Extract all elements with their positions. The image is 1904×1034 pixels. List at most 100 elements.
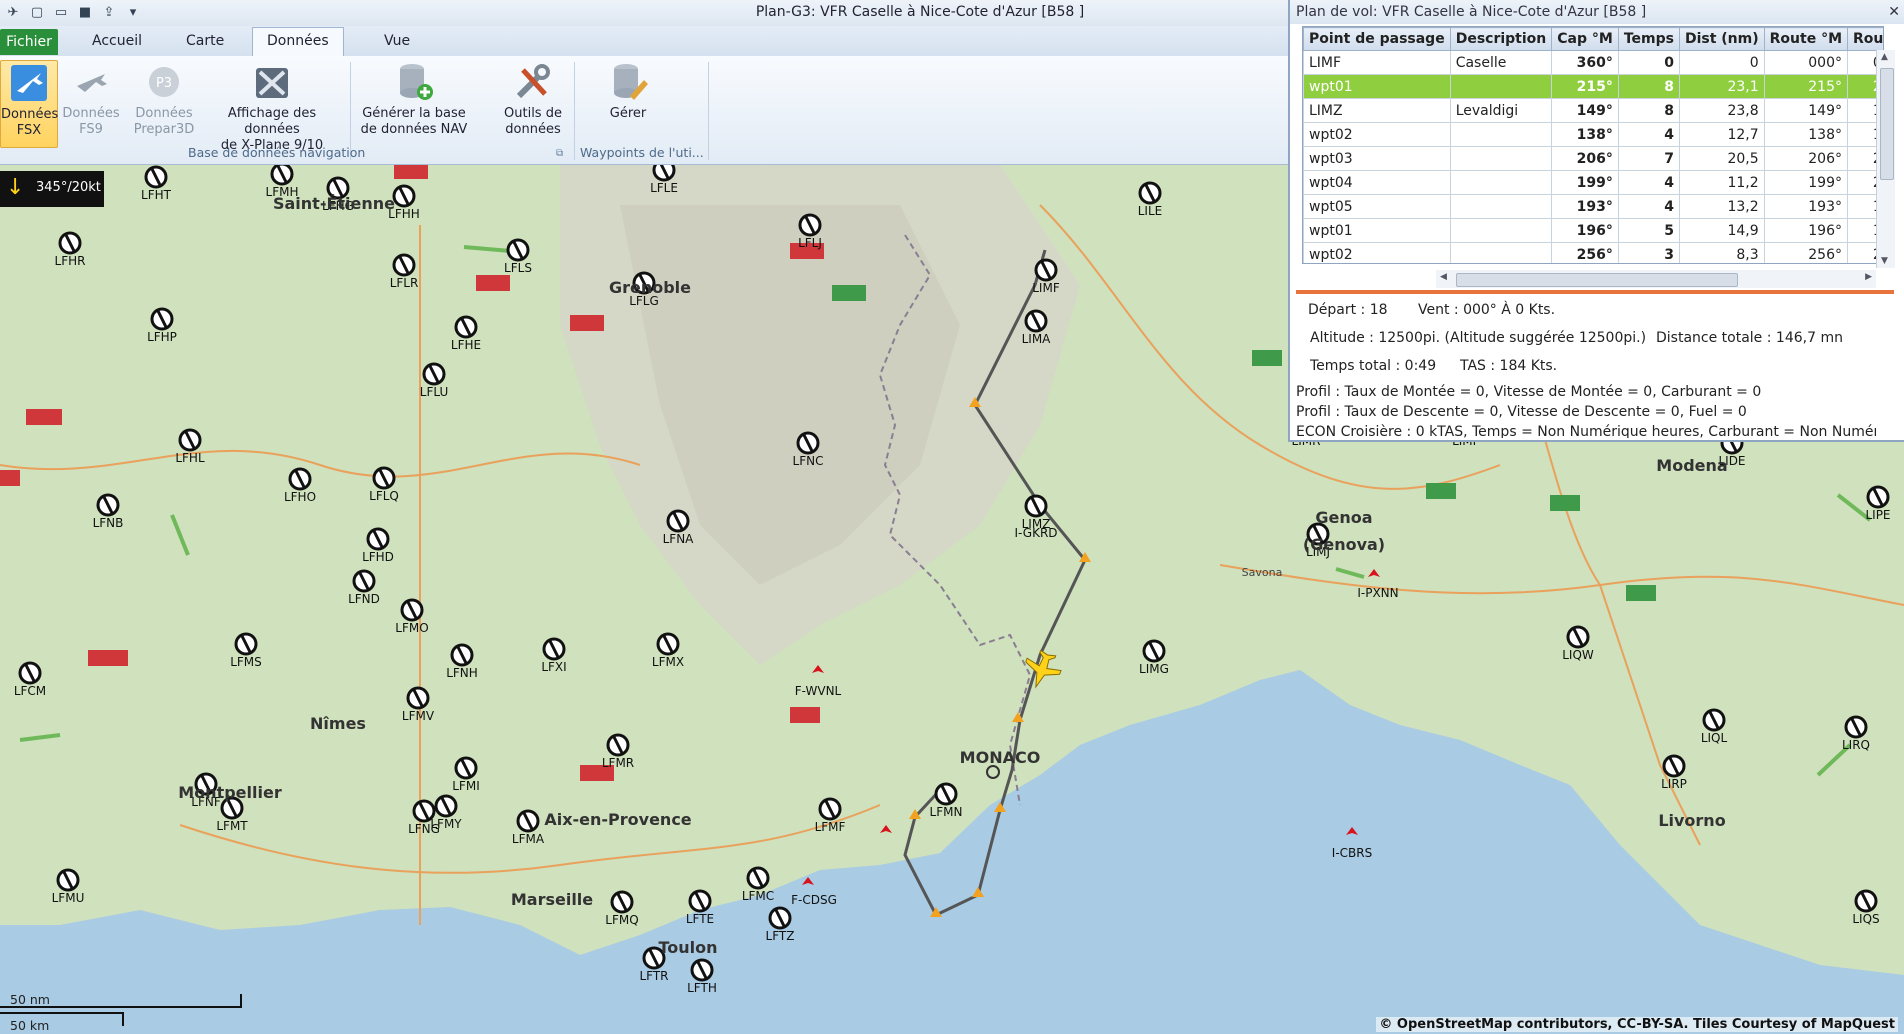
airport-label[interactable]: LFND [348, 592, 380, 606]
airport-label[interactable]: LFXI [541, 660, 566, 674]
tab-donnees[interactable]: Données [252, 27, 344, 57]
table-row[interactable]: LIMZLevaldigi149°823,8149°149 [1303, 98, 1883, 123]
tab-carte[interactable]: Carte [172, 28, 238, 54]
airport-label[interactable]: LIPE [1865, 508, 1890, 522]
airport-label[interactable]: LIQW [1562, 648, 1594, 662]
airport-label[interactable]: LFMY [430, 817, 462, 831]
airport-label[interactable]: LFHP [147, 330, 177, 344]
airport-label[interactable]: LIMG [1139, 662, 1169, 676]
panel-splitter[interactable] [1296, 290, 1894, 294]
export-icon[interactable]: ⇪ [100, 3, 118, 21]
flight-plan-grid[interactable]: Point de passage Description Cap °M Temps Di… [1302, 26, 1884, 264]
airport-label[interactable]: LFHT [141, 188, 172, 202]
airport-label[interactable]: LFLR [390, 276, 419, 290]
scroll-down-icon[interactable]: ▼ [1881, 256, 1888, 266]
airport-marker[interactable]: LFLJ [798, 213, 822, 250]
table-row[interactable]: wpt02256°38,3256°256 [1303, 242, 1883, 263]
airport-label[interactable]: LFHE [451, 338, 481, 352]
scroll-right-icon[interactable]: ▶ [1865, 272, 1872, 282]
airport-label[interactable]: LFHO [284, 490, 316, 504]
airport-label[interactable]: LIRQ [1842, 738, 1870, 752]
qat-dropdown-icon[interactable]: ▾ [124, 3, 142, 21]
table-row[interactable]: wpt01215°823,1215°215 [1303, 74, 1883, 99]
column-header[interactable]: Description [1449, 27, 1553, 51]
table-row[interactable]: wpt02138°412,7138°137 [1303, 122, 1883, 147]
airport-label[interactable]: LFMN [930, 805, 963, 819]
generate-nav-db-button[interactable]: Générer la base de données NAV [356, 60, 472, 146]
airport-label[interactable]: LFMA [512, 832, 545, 846]
traffic-label[interactable]: F-WVNL [795, 684, 842, 698]
airport-label[interactable]: LFTR [639, 969, 668, 983]
horizontal-scrollbar[interactable]: ◀ ▶ [1436, 270, 1876, 288]
airport-label[interactable]: LIRP [1661, 777, 1687, 791]
scroll-left-icon[interactable]: ◀ [1440, 272, 1447, 282]
table-row[interactable]: wpt01196°514,9196°197 [1303, 218, 1883, 243]
column-header[interactable]: Dist (nm) [1678, 27, 1765, 51]
airport-label[interactable]: LFMT [216, 819, 248, 833]
airport-label[interactable]: LFLS [504, 261, 532, 275]
airport-label[interactable]: LFLE [650, 181, 678, 195]
table-row[interactable]: wpt03206°720,5206°206 [1303, 146, 1883, 171]
airport-label[interactable]: LFTH [687, 981, 717, 995]
airport-label[interactable]: LFNA [663, 532, 695, 546]
airport-label[interactable]: LIMA [1022, 332, 1052, 346]
column-header[interactable]: Point de passage [1303, 27, 1451, 51]
airport-label[interactable]: LIMF [1032, 281, 1060, 295]
manage-waypoints-button[interactable]: Gérer [596, 60, 660, 146]
scroll-up-icon[interactable]: ▲ [1881, 52, 1888, 62]
airport-label[interactable]: LFLJ [798, 236, 822, 250]
airport-label[interactable]: LFMI [452, 779, 479, 793]
airport-label[interactable]: LFMU [52, 891, 85, 905]
new-file-icon[interactable]: ▢ [28, 3, 46, 21]
airport-label[interactable]: LFNC [793, 454, 824, 468]
airport-label[interactable]: LFMF [815, 820, 846, 834]
table-row[interactable]: wpt04199°411,2199°200 [1303, 170, 1883, 195]
fs9-data-button[interactable]: Données FS9 [60, 60, 122, 146]
column-header[interactable]: Route [1847, 27, 1883, 51]
airport-label[interactable]: LFTZ [766, 929, 795, 943]
table-row[interactable]: LIMFCaselle360°00000°000 [1303, 50, 1883, 75]
column-header[interactable]: Temps [1617, 27, 1680, 51]
scrollbar-thumb[interactable] [1456, 273, 1738, 287]
airport-label[interactable]: LFLQ [369, 489, 399, 503]
airport-label[interactable]: LFMC [742, 889, 774, 903]
traffic-label[interactable]: I-PXNN [1357, 586, 1398, 600]
scrollbar-thumb[interactable] [1880, 68, 1894, 180]
traffic-label[interactable]: I-CBRS [1332, 846, 1372, 860]
airport-label[interactable]: LFMX [652, 655, 684, 669]
airport-marker[interactable]: LILE [1138, 181, 1163, 218]
airport-label[interactable]: LFHL [175, 451, 205, 465]
p3d-data-button[interactable]: P3 Données Prepar3D [126, 60, 202, 146]
dialog-launcher-icon[interactable]: ⧉ [556, 148, 563, 159]
data-tools-button[interactable]: Outils de données [494, 60, 572, 146]
column-header[interactable]: Route °M [1763, 27, 1849, 51]
airport-label[interactable]: LIQS [1852, 912, 1879, 926]
airport-label[interactable]: LFMO [395, 621, 428, 635]
xplane-data-button[interactable]: Affichage des données de X-Plane 9/10 [202, 60, 342, 153]
app-icon[interactable]: ✈ [4, 3, 22, 21]
close-icon[interactable]: ✕ [1888, 0, 1900, 24]
flight-plan-table[interactable]: Point de passage Description Cap °M Temps Di… [1303, 27, 1883, 263]
airport-label[interactable]: LFMR [602, 756, 634, 770]
table-row[interactable]: wpt05193°413,2193°194 [1303, 194, 1883, 219]
column-header[interactable]: Cap °M [1551, 27, 1619, 51]
open-folder-icon[interactable]: ▭ [52, 3, 70, 21]
airport-label[interactable]: LFCM [14, 684, 46, 698]
airport-label[interactable]: LFLU [420, 385, 448, 399]
traffic-label[interactable]: I-GKRD [1014, 526, 1057, 540]
airport-label[interactable]: LFMQ [605, 913, 638, 927]
tab-fichier[interactable]: Fichier [0, 29, 58, 55]
fsx-data-button[interactable]: Données FSX [0, 60, 58, 148]
airport-label[interactable]: LFMS [230, 655, 262, 669]
airport-label[interactable]: LIQL [1701, 731, 1728, 745]
airport-label[interactable]: LFMV [402, 709, 435, 723]
save-icon[interactable]: ■ [76, 3, 94, 21]
airport-label[interactable]: LFTE [686, 912, 714, 926]
airport-label[interactable]: LFNB [93, 516, 124, 530]
airport-label[interactable]: LFHD [362, 550, 394, 564]
tab-vue[interactable]: Vue [370, 28, 424, 54]
vertical-scrollbar[interactable]: ▲ ▼ [1876, 50, 1895, 268]
airport-label[interactable]: LILE [1138, 204, 1163, 218]
tab-accueil[interactable]: Accueil [78, 28, 156, 54]
airport-label[interactable]: LFHR [55, 254, 86, 268]
